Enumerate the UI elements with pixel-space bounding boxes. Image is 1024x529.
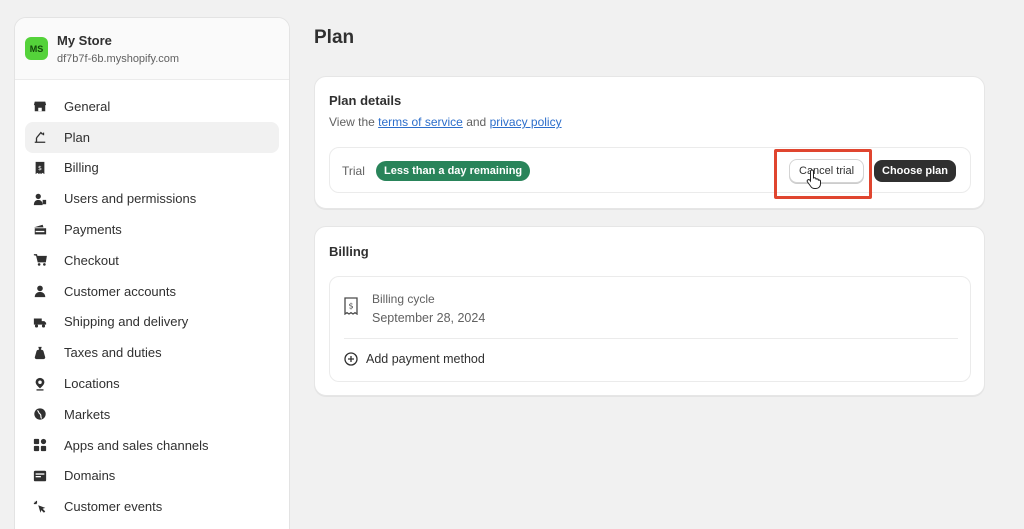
plus-circle-icon: [344, 352, 358, 366]
sidebar-item-plan[interactable]: Plan: [25, 121, 279, 153]
hand-cursor-icon: [806, 169, 821, 189]
add-payment-label: Add payment method: [366, 352, 485, 366]
sidebar-item-label: Locations: [64, 376, 120, 392]
sidebar-item-label: Payments: [64, 222, 122, 238]
domain-icon: [33, 469, 47, 483]
sidebar-item-label: Shipping and delivery: [64, 314, 189, 330]
location-pin-icon: [33, 377, 47, 391]
settings-nav: General Plan $ Billing Users and permiss…: [15, 91, 289, 522]
sidebar-item-locations[interactable]: Locations: [25, 368, 279, 399]
sidebar-item-users[interactable]: Users and permissions: [25, 183, 279, 214]
sidebar-item-label: Checkout: [64, 252, 119, 268]
svg-text:$: $: [38, 165, 42, 172]
plan-details-heading: Plan details: [329, 93, 402, 108]
choose-plan-button[interactable]: Choose plan: [874, 160, 957, 182]
page-title: Plan: [314, 27, 355, 48]
cart-icon: [33, 253, 47, 267]
sidebar-item-label: Taxes and duties: [64, 345, 162, 361]
view-text: View the: [329, 115, 375, 129]
plan-details-card: Plan details View the terms of service a…: [314, 76, 985, 209]
sidebar-item-label: Markets: [64, 406, 111, 422]
billing-cycle-date: September 28, 2024: [372, 311, 486, 325]
store-icon: [33, 99, 47, 113]
sidebar-item-label: Apps and sales channels: [64, 437, 209, 453]
sidebar-item-label: Customer accounts: [64, 283, 176, 299]
store-name: My Store: [57, 33, 112, 48]
sidebar-item-markets[interactable]: Markets: [25, 399, 279, 430]
sidebar-item-general[interactable]: General: [25, 91, 279, 122]
billing-box: $ Billing cycle September 28, 2024 Add p…: [329, 276, 971, 382]
svg-text:$: $: [348, 302, 353, 311]
sidebar-item-apps[interactable]: Apps and sales channels: [25, 430, 279, 461]
sidebar-item-billing[interactable]: $ Billing: [25, 153, 279, 184]
trial-row: Trial Less than a day remaining Cancel t…: [329, 147, 971, 193]
users-icon: [33, 192, 47, 206]
tax-bag-icon: [33, 346, 47, 360]
plan-icon: [33, 130, 47, 144]
settings-sidebar: MS My Store df7b7f-6b.myshopify.com Gene…: [14, 17, 290, 529]
store-avatar: MS: [25, 37, 48, 60]
billing-card: Billing $ Billing cycle September 28, 20…: [314, 226, 985, 396]
sidebar-item-payments[interactable]: Payments: [25, 214, 279, 245]
trial-label: Trial: [342, 164, 365, 178]
receipt-icon: $: [344, 297, 358, 315]
terms-of-service-link[interactable]: terms of service: [378, 115, 463, 129]
plan-terms-line: View the terms of service and privacy po…: [329, 115, 562, 129]
sidebar-item-domains[interactable]: Domains: [25, 461, 279, 492]
trial-status-badge: Less than a day remaining: [376, 161, 531, 181]
truck-icon: [33, 315, 47, 329]
billing-cycle-label: Billing cycle: [372, 292, 435, 306]
receipt-icon: $: [33, 161, 47, 175]
person-icon: [33, 284, 47, 298]
sidebar-item-shipping[interactable]: Shipping and delivery: [25, 307, 279, 338]
sidebar-item-customer-events[interactable]: Customer events: [25, 491, 279, 522]
sidebar-item-taxes[interactable]: Taxes and duties: [25, 337, 279, 368]
apps-icon: [33, 438, 47, 452]
sidebar-item-label: General: [64, 98, 111, 114]
store-domain: df7b7f-6b.myshopify.com: [57, 53, 180, 65]
sidebar-item-label: Users and permissions: [64, 191, 197, 207]
privacy-policy-link[interactable]: privacy policy: [490, 115, 562, 129]
billing-heading: Billing: [329, 244, 369, 259]
add-payment-method-button[interactable]: Add payment method: [344, 352, 485, 366]
sidebar-item-checkout[interactable]: Checkout: [25, 245, 279, 276]
sidebar-item-label: Billing: [64, 160, 99, 176]
cursor-click-icon: [33, 500, 47, 514]
sidebar-item-customer-accounts[interactable]: Customer accounts: [25, 276, 279, 307]
divider: [344, 338, 958, 339]
sidebar-item-label: Plan: [64, 129, 91, 145]
sidebar-item-label: Customer events: [64, 499, 163, 515]
globe-icon: [33, 407, 47, 421]
payments-icon: [33, 223, 47, 237]
and-text: and: [466, 115, 487, 129]
sidebar-item-label: Domains: [64, 468, 116, 484]
store-header[interactable]: MS My Store df7b7f-6b.myshopify.com: [15, 18, 289, 80]
